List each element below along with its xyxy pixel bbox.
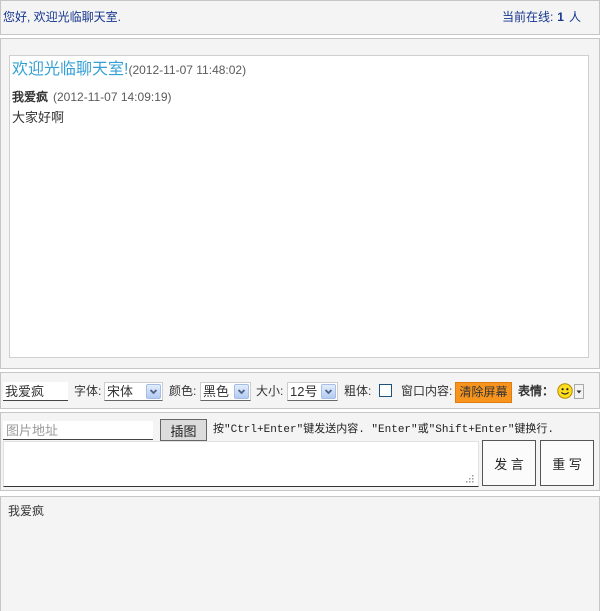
reset-button[interactable]: 重 写 bbox=[540, 440, 594, 486]
color-label: 颜色: bbox=[169, 384, 197, 398]
size-select[interactable]: 12号 bbox=[287, 382, 338, 401]
chat-panel: 欢迎光临聊天室!(2012-11-07 11:48:02) 我爱疯 (2012-1… bbox=[0, 38, 600, 369]
online-status: 当前在线: 1 人 bbox=[502, 9, 581, 25]
chat-message-user: 我爱疯 bbox=[12, 90, 49, 104]
color-select[interactable]: 黑色 bbox=[200, 382, 251, 401]
image-url-input[interactable] bbox=[3, 421, 153, 440]
send-button[interactable]: 发 言 bbox=[482, 440, 536, 486]
color-select-value: 黑色 bbox=[203, 384, 230, 399]
clear-screen-button[interactable]: 清除屏幕 bbox=[455, 382, 512, 403]
welcome-message: 欢迎光临聊天室!(2012-11-07 11:48:02) bbox=[12, 59, 586, 81]
user-list-panel: 我爱疯 bbox=[0, 496, 600, 611]
chevron-down-icon bbox=[321, 384, 336, 399]
insert-image-button[interactable]: 插图 bbox=[160, 419, 207, 441]
format-toolbar: 字体: 宋体 颜色: 黑色 大小: 12号 粗体: 窗口内容: 清除屏幕 表情： bbox=[0, 372, 600, 409]
nickname-input[interactable] bbox=[3, 382, 68, 401]
chat-message-header: 我爱疯 (2012-11-07 14:09:19) bbox=[12, 89, 586, 105]
window-content-label: 窗口内容: bbox=[401, 384, 453, 398]
compose-panel: 插图 按"Ctrl+Enter"键发送内容. "Enter"或"Shift+En… bbox=[0, 412, 600, 491]
font-label: 字体: bbox=[74, 384, 102, 398]
greeting-text: 您好, 欢迎光临聊天室. bbox=[3, 10, 122, 24]
chevron-down-icon bbox=[146, 384, 161, 399]
chevron-down-icon bbox=[234, 384, 249, 399]
header-bar: 您好, 欢迎光临聊天室. 当前在线: 1 人 bbox=[0, 0, 600, 35]
chat-message-text: 大家好啊 bbox=[12, 110, 65, 125]
keyboard-hint: 按"Ctrl+Enter"键发送内容. "Enter"或"Shift+Enter… bbox=[213, 424, 555, 436]
chat-message: 我爱疯 (2012-11-07 14:09:19) 大家好啊 bbox=[12, 89, 586, 128]
message-input[interactable] bbox=[3, 441, 479, 487]
smiley-icon[interactable] bbox=[557, 383, 573, 399]
online-unit: 人 bbox=[568, 10, 581, 24]
message-window: 欢迎光临聊天室!(2012-11-07 11:48:02) 我爱疯 (2012-1… bbox=[9, 55, 589, 358]
bold-label: 粗体: bbox=[344, 384, 372, 398]
online-label: 当前在线: bbox=[501, 10, 554, 24]
emoji-label: 表情： bbox=[518, 384, 555, 398]
font-select-value: 宋体 bbox=[107, 384, 134, 399]
user-list-item[interactable]: 我爱疯 bbox=[8, 504, 44, 518]
online-count: 1 bbox=[557, 10, 564, 24]
resize-grip-icon[interactable] bbox=[464, 473, 475, 484]
welcome-time: (2012-11-07 11:48:02) bbox=[128, 63, 247, 77]
chat-message-time: (2012-11-07 14:09:19) bbox=[53, 90, 172, 104]
size-label: 大小: bbox=[256, 384, 284, 398]
welcome-text: 欢迎光临聊天室! bbox=[12, 61, 129, 78]
font-select[interactable]: 宋体 bbox=[104, 382, 163, 401]
caret-down-icon[interactable] bbox=[574, 384, 584, 399]
size-select-value: 12号 bbox=[290, 384, 318, 399]
bold-checkbox[interactable] bbox=[379, 384, 392, 397]
